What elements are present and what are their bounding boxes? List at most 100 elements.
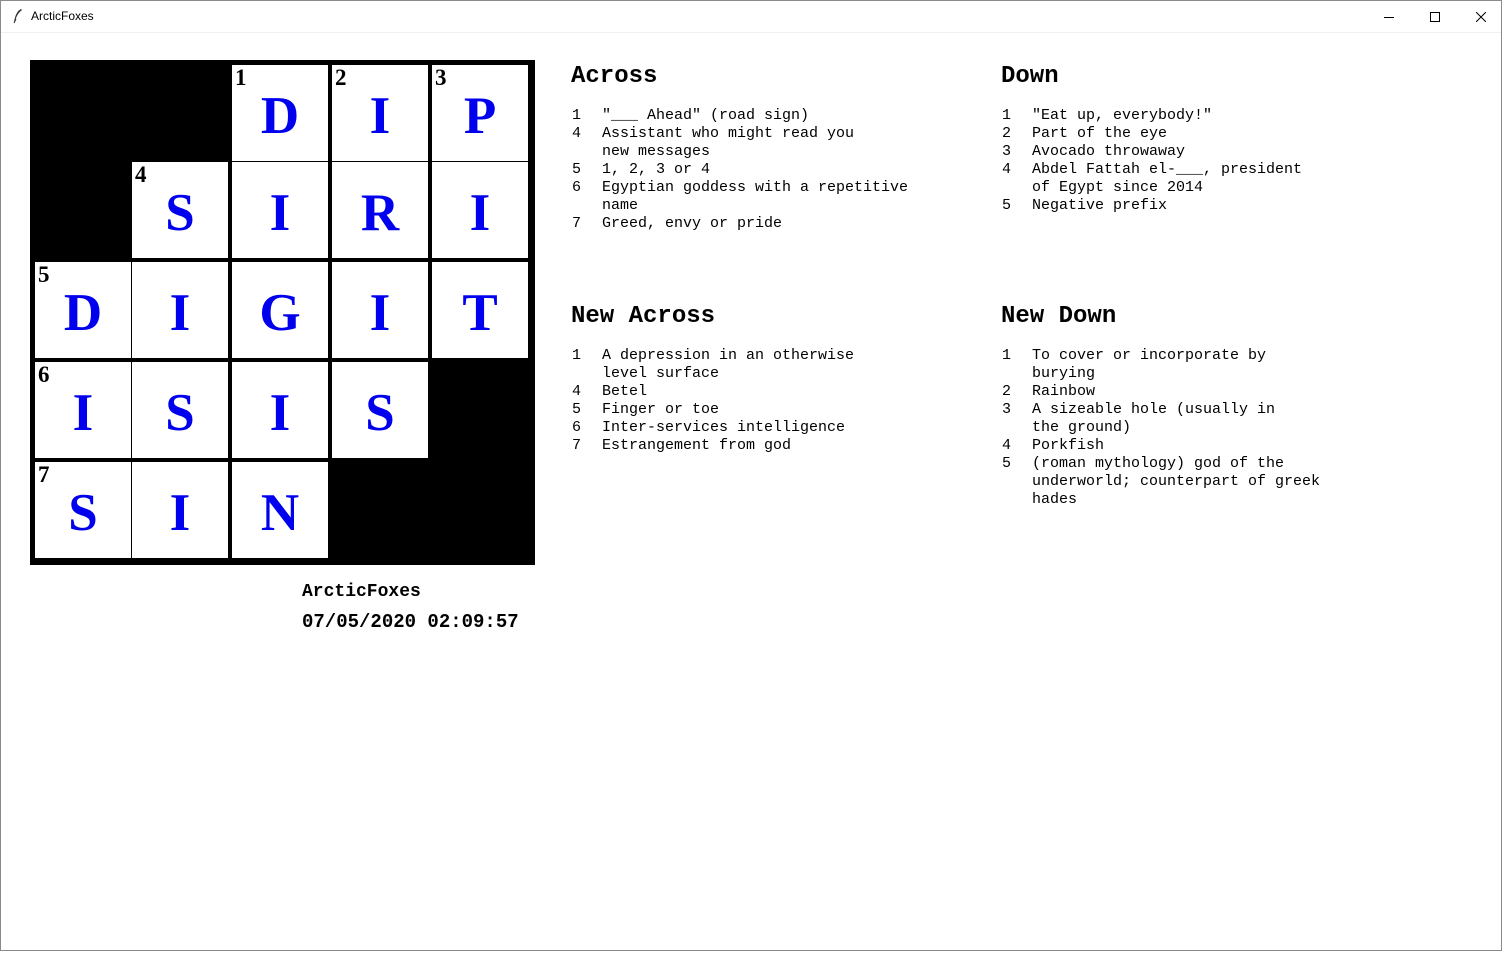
clue-number: 7 [572,215,582,232]
cell-letter: R [360,184,400,242]
grid-cell[interactable]: I [232,162,328,258]
grid-cell[interactable]: 2I [332,65,428,161]
clue-number: 5 [1002,197,1012,214]
clue-item: 3 A sizeable hole (usually in the ground) [1001,401,1371,437]
cell-letter: S [68,484,98,542]
cell-letter: I [169,284,191,342]
clue-number: 5 [572,161,582,178]
grid-cell[interactable]: 3P [432,65,528,161]
minimize-icon [1384,12,1394,22]
cell-letter: G [259,284,301,342]
minimize-button[interactable] [1366,1,1412,32]
clue-item: 6 Egyptian goddess with a repetitive name [571,179,971,215]
cell-letter: I [369,284,391,342]
grid-cell[interactable]: I [132,262,228,358]
maximize-button[interactable] [1412,1,1458,32]
team-name: ArcticFoxes [302,582,421,602]
grid-cell[interactable]: T [432,262,528,358]
grid-cell[interactable]: I [332,262,428,358]
clue-number: 4 [572,125,582,142]
clue-text: Abdel Fattah el-___, president of Egypt … [1032,161,1303,196]
clue-item: 2 Rainbow [1001,383,1371,401]
grid-cell[interactable]: 1D [232,65,328,161]
clue-text: A depression in an otherwise level surfa… [602,347,855,382]
grid-cell[interactable]: I [132,462,228,558]
clue-text: Egyptian goddess with a repetitive name [602,179,909,214]
clue-item: 1 A depression in an otherwise level surf… [571,347,901,383]
cell-letter: S [165,184,195,242]
grid-cell[interactable]: N [232,462,328,558]
title-bar[interactable]: ArcticFoxes [1,1,1501,33]
clue-number: 5 [1002,455,1012,472]
grid-cell[interactable]: R [332,162,428,258]
grid-cell[interactable]: 4S [132,162,228,258]
app-window: ArcticFoxes 1D2I3P4SIRI5DIGIT6ISIS7SIN A… [0,0,1502,951]
clue-text: Rainbow [1032,383,1096,400]
clue-number: 5 [572,401,582,418]
grid-cell[interactable]: 5D [35,262,131,358]
cell-letter: P [463,87,497,145]
clue-number: 2 [1002,125,1012,142]
clue-number: 1 [572,347,582,364]
cell-letter: S [365,384,395,442]
new-down-clue-list: 1 To cover or incorporate by burying 2 Rain… [1001,347,1371,509]
clue-item: 6 Inter-services intelligence [571,419,901,437]
clue-number: 4 [1002,161,1012,178]
window-title: ArcticFoxes [31,9,94,23]
cell-letter: I [469,184,491,242]
clue-text: Part of the eye [1032,125,1168,142]
close-button[interactable] [1458,1,1504,32]
clue-number: 4 [572,383,582,400]
grid-cell[interactable]: 6I [35,362,131,458]
grid-cell[interactable]: S [132,362,228,458]
clue-item: 2 Part of the eye [1001,125,1361,143]
clue-number: 1 [1002,347,1012,364]
clue-item: 1 To cover or incorporate by burying [1001,347,1371,383]
clue-item: 1 "___ Ahead" (road sign) [571,107,971,125]
grid-cell[interactable]: S [332,362,428,458]
clue-number: 4 [1002,437,1012,454]
across-clue-list: 1 "___ Ahead" (road sign) 4 Assistant who m… [571,107,971,233]
clue-text: Assistant who might read you new message… [602,125,855,160]
grid-cell[interactable]: G [232,262,328,358]
clue-item: 7 Greed, envy or pride [571,215,971,233]
clue-item: 5 Finger or toe [571,401,901,419]
clue-number: 1 [1002,107,1012,124]
clue-text: Inter-services intelligence [602,419,846,436]
cell-letter: I [269,184,291,242]
grid-cell[interactable]: I [432,162,528,258]
clue-item: 4 Porkfish [1001,437,1371,455]
across-section: Across 1 "___ Ahead" (road sign) 4 Assistan… [571,62,971,233]
cell-letter: I [369,87,391,145]
new-down-heading: New Down [1001,303,1117,330]
grid-cell[interactable]: 7S [35,462,131,558]
clue-text: "___ Ahead" (road sign) [602,107,810,124]
maximize-icon [1430,11,1440,22]
clue-text: Negative prefix [1032,197,1168,214]
feather-icon [12,8,24,24]
cell-letter: I [169,484,191,542]
clue-item: 4 Assistant who might read you new messag… [571,125,971,161]
clue-text: Greed, envy or pride [602,215,783,232]
cell-letter: D [63,284,103,342]
clue-item: 3 Avocado throwaway [1001,143,1361,161]
clue-text: Avocado throwaway [1032,143,1186,160]
timestamp: 07/05/2020 02:09:57 [302,611,519,633]
cell-letter: I [72,384,94,442]
clue-text: 1, 2, 3 or 4 [602,161,711,178]
clue-item: 4 Betel [571,383,901,401]
clue-item: 5 (roman mythology) god of the underworld… [1001,455,1371,509]
clue-item: 4 Abdel Fattah el-___, president of Egypt… [1001,161,1361,197]
close-icon [1476,11,1486,22]
grid-cell[interactable]: I [232,362,328,458]
clue-number: 7 [572,437,582,454]
clue-text: (roman mythology) god of the underworld;… [1032,455,1321,508]
down-heading: Down [1001,63,1059,90]
cell-letter: D [260,87,300,145]
cell-letter: T [462,284,498,342]
crossword-grid: 1D2I3P4SIRI5DIGIT6ISIS7SIN [30,60,535,565]
clue-number: 6 [572,419,582,436]
clue-text: Estrangement from god [602,437,792,454]
cell-letter: S [165,384,195,442]
cell-letter: I [269,384,291,442]
